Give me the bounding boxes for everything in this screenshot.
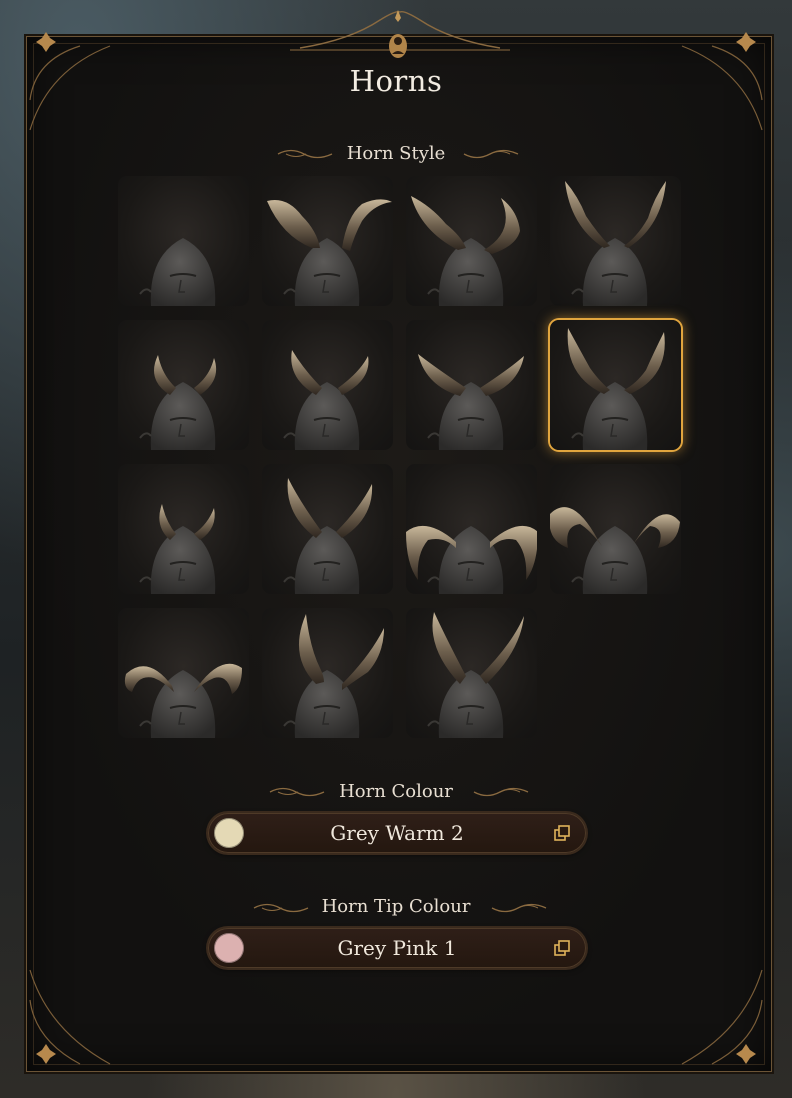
horn-style-preview <box>565 181 666 306</box>
horn-tip-colour-label: Horn Tip Colour <box>321 896 471 917</box>
horn-style-preview <box>427 612 524 738</box>
horn-style-option[interactable] <box>118 608 249 738</box>
horn-style-option[interactable] <box>550 320 681 450</box>
horn-style-option[interactable] <box>406 320 537 450</box>
horn-style-option[interactable] <box>262 464 393 594</box>
horn-style-preview <box>283 350 369 450</box>
copy-icon[interactable] <box>554 825 570 841</box>
horn-style-label: Horn Style <box>346 143 446 164</box>
horn-style-preview <box>550 507 680 594</box>
flourish-right-icon <box>463 149 519 159</box>
horn-style-preview <box>124 663 242 738</box>
horn-style-option[interactable] <box>262 320 393 450</box>
horn-colour-label: Horn Colour <box>339 781 453 802</box>
horn-style-preview <box>283 614 384 738</box>
horn-style-preview <box>139 355 217 450</box>
horn-style-preview <box>411 196 520 306</box>
horn-tip-colour-picker[interactable]: Grey Pink 1 <box>208 928 586 968</box>
horn-style-option[interactable] <box>262 608 393 738</box>
flourish-right-icon <box>473 787 529 797</box>
horn-style-option[interactable] <box>118 176 249 306</box>
panel-title: Horns <box>349 64 443 98</box>
portrait-emblem-icon <box>389 10 407 58</box>
horn-colour-value: Grey Warm 2 <box>330 821 464 845</box>
horn-style-preview <box>567 328 665 450</box>
horn-style-preview <box>418 354 524 450</box>
horn-style-preview <box>283 478 373 594</box>
horn-style-option[interactable] <box>550 176 681 306</box>
horn-style-option[interactable] <box>118 464 249 594</box>
horn-style-grid <box>118 176 682 740</box>
horn-style-option[interactable] <box>406 176 537 306</box>
horn-style-option[interactable] <box>406 608 537 738</box>
horn-style-preview <box>267 199 392 306</box>
horn-tip-colour-value: Grey Pink 1 <box>337 936 457 960</box>
horn-style-preview <box>406 525 537 594</box>
horn-style-option[interactable] <box>406 464 537 594</box>
horn-colour-picker[interactable]: Grey Warm 2 <box>208 813 586 853</box>
horn-style-preview <box>139 238 216 306</box>
horn-tip-colour-swatch <box>214 933 244 963</box>
horn-style-option[interactable] <box>550 464 681 594</box>
horn-style-preview <box>139 504 216 594</box>
horn-colour-swatch <box>214 818 244 848</box>
horn-style-option[interactable] <box>118 320 249 450</box>
copy-icon[interactable] <box>554 940 570 956</box>
horn-style-option[interactable] <box>262 176 393 306</box>
flourish-right-icon <box>491 903 547 913</box>
